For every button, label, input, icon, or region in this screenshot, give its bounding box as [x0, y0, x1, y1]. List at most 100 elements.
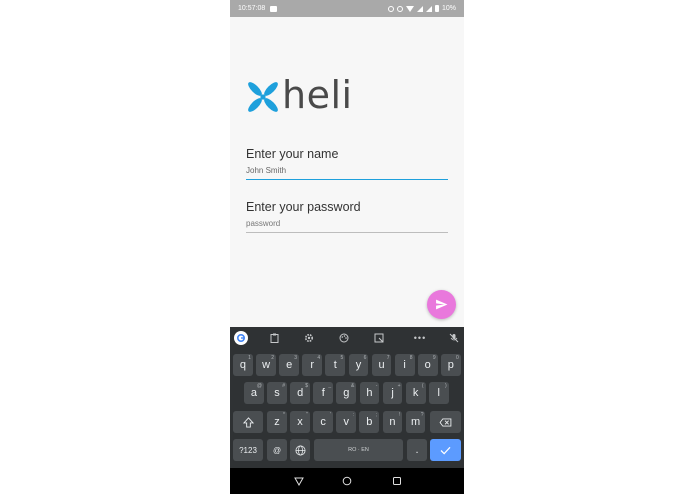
- app-logo: heli: [246, 73, 353, 117]
- wifi-icon: [405, 5, 414, 12]
- key-d[interactable]: d $: [290, 382, 311, 404]
- globe-icon: [295, 445, 305, 455]
- language-key[interactable]: [290, 439, 310, 461]
- key-i[interactable]: i8: [394, 354, 415, 376]
- google-icon[interactable]: [234, 331, 248, 345]
- key-a[interactable]: a @: [244, 382, 264, 404]
- enter-key[interactable]: [430, 439, 461, 461]
- symbols-key[interactable]: ?123: [233, 439, 263, 461]
- key-label: s: [274, 387, 280, 399]
- status-icons: 10%: [387, 5, 456, 12]
- key-g[interactable]: g &: [336, 382, 357, 404]
- key-c[interactable]: c ': [313, 411, 334, 433]
- home-icon[interactable]: [342, 476, 352, 486]
- key-f[interactable]: f _: [313, 382, 334, 404]
- key-h[interactable]: h-: [359, 382, 380, 404]
- key-p[interactable]: p0: [440, 354, 461, 376]
- key-u[interactable]: u7: [371, 354, 392, 376]
- key-hint: &: [350, 383, 355, 389]
- navigation-bar: [230, 468, 464, 494]
- key-s[interactable]: s #: [267, 382, 287, 404]
- key-hint: #: [282, 383, 285, 389]
- recents-icon[interactable]: [392, 476, 402, 486]
- logo-text: heli: [282, 73, 353, 117]
- key-label: v: [343, 416, 349, 428]
- key-label: q: [239, 359, 246, 371]
- key-label: r: [310, 359, 315, 371]
- key-label: n: [389, 416, 396, 428]
- resize-icon[interactable]: [373, 332, 385, 344]
- key-label: w: [262, 359, 271, 371]
- key-label: m: [410, 416, 421, 428]
- key-label: b: [366, 416, 373, 428]
- key-label: g: [343, 387, 350, 399]
- status-time: 10:57:08: [238, 5, 266, 12]
- key-hint: 7: [386, 355, 390, 361]
- key-label: d: [297, 387, 304, 399]
- name-input[interactable]: [246, 161, 448, 180]
- period-key[interactable]: .: [407, 439, 427, 461]
- send-icon: [436, 299, 448, 310]
- palette-icon[interactable]: [338, 332, 350, 344]
- key-label: h: [366, 387, 373, 399]
- key-label: k: [412, 387, 419, 399]
- key-t[interactable]: t5: [325, 354, 346, 376]
- backspace-icon: [439, 417, 452, 427]
- key-hint: ;: [375, 412, 378, 418]
- key-label: u: [378, 359, 385, 371]
- dnd-icon: [396, 5, 403, 12]
- settings-icon[interactable]: [303, 332, 315, 344]
- key-hint: !: [399, 412, 401, 418]
- key-q[interactable]: q1: [233, 354, 253, 376]
- key-hint: -: [375, 383, 378, 389]
- key-hint: ): [445, 383, 447, 389]
- key-label: l: [437, 387, 440, 399]
- clipboard-icon[interactable]: [268, 332, 280, 344]
- check-icon: [440, 446, 451, 455]
- key-label: p: [447, 359, 454, 371]
- key-hint: 8: [409, 355, 413, 361]
- key-label: c: [320, 416, 326, 428]
- backspace-key[interactable]: [430, 411, 461, 433]
- password-input[interactable]: [246, 214, 448, 233]
- keyboard: ••• q1w2e3r4t5y6u7i8o9p0 a @ s # d $ f _ g & h - j + k…: [230, 327, 464, 468]
- key-label: o: [424, 359, 431, 371]
- back-icon[interactable]: [294, 476, 304, 486]
- alarm-icon: [387, 5, 394, 12]
- key-label: y: [355, 359, 362, 371]
- key-hint: 9: [432, 355, 436, 361]
- key-w[interactable]: w2: [256, 354, 276, 376]
- key-b[interactable]: b;: [359, 411, 380, 433]
- key-m[interactable]: m?: [405, 411, 426, 433]
- key-l[interactable]: l): [428, 382, 449, 404]
- key-hint: _: [328, 383, 332, 389]
- signal-icon: [416, 5, 423, 12]
- key-v[interactable]: v:: [336, 411, 357, 433]
- space-key[interactable]: RO · EN: [314, 439, 403, 461]
- name-label: Enter your name: [246, 147, 339, 161]
- mic-off-icon[interactable]: [448, 332, 460, 344]
- key-label: x: [297, 416, 303, 428]
- key-hint: +: [397, 383, 401, 389]
- password-label: Enter your password: [246, 200, 361, 214]
- password-field: Enter your password: [246, 200, 448, 233]
- key-z[interactable]: z *: [267, 411, 287, 433]
- key-y[interactable]: y6: [348, 354, 369, 376]
- send-button[interactable]: [427, 290, 456, 319]
- signal-icon: [425, 5, 432, 12]
- shift-key[interactable]: [233, 411, 263, 433]
- key-e[interactable]: e3: [279, 354, 300, 376]
- at-key[interactable]: @: [267, 439, 287, 461]
- x-logo-icon: [248, 82, 278, 112]
- key-j[interactable]: j +: [382, 382, 403, 404]
- key-o[interactable]: o9: [417, 354, 438, 376]
- key-k[interactable]: k(: [405, 382, 426, 404]
- key-label: f: [321, 387, 325, 399]
- key-x[interactable]: x ": [290, 411, 310, 433]
- more-icon[interactable]: •••: [414, 332, 426, 344]
- key-n[interactable]: n!: [382, 411, 403, 433]
- key-r[interactable]: r4: [302, 354, 323, 376]
- key-hint: ": [306, 412, 308, 418]
- key-hint: 5: [340, 355, 344, 361]
- battery-icon: [434, 5, 439, 12]
